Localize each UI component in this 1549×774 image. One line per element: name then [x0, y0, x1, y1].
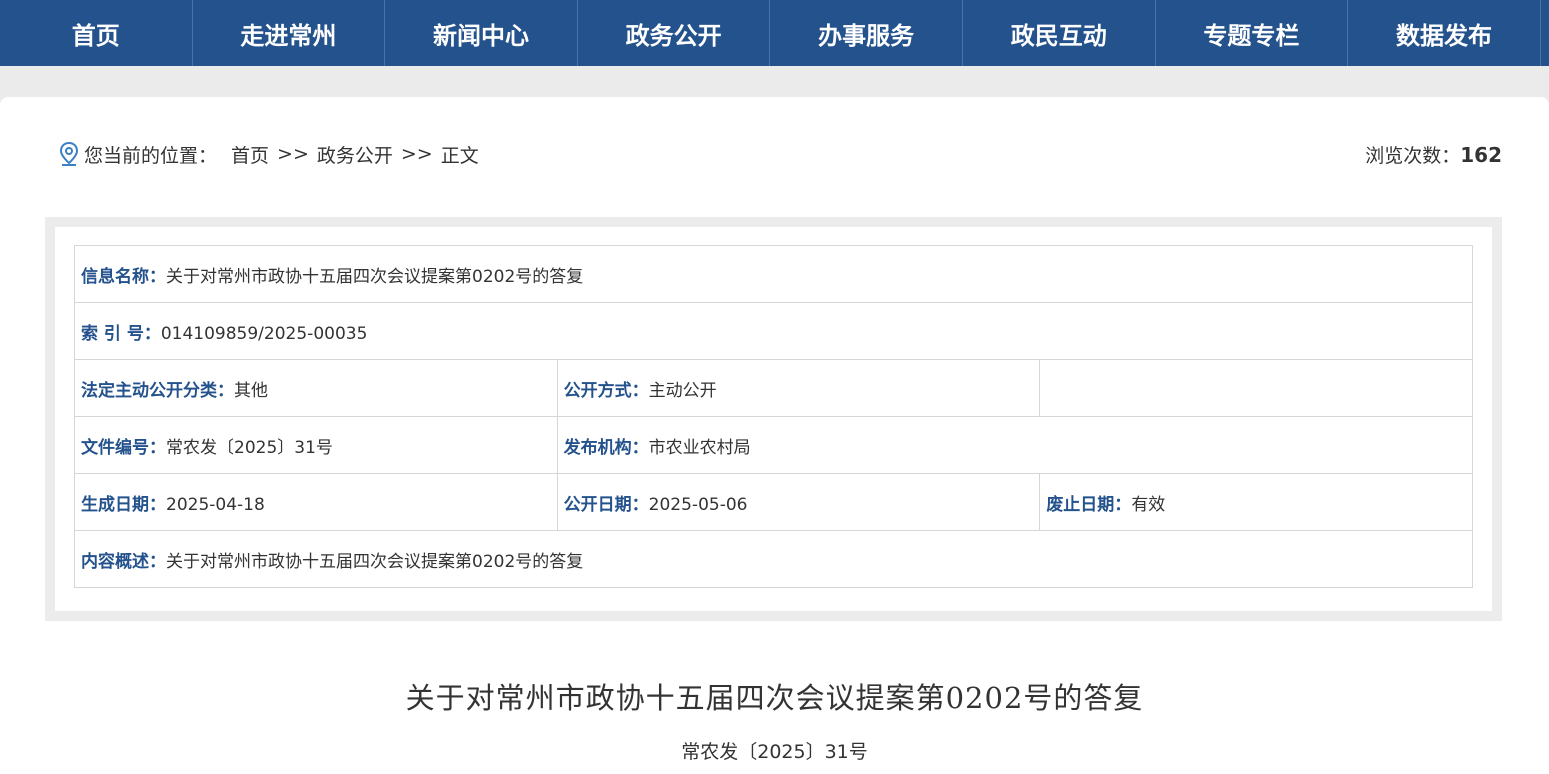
- document-number: 常农发〔2025〕31号: [681, 741, 868, 763]
- category-key: 法定主动公开分类：: [81, 380, 234, 401]
- breadcrumb-current: 正文: [440, 144, 479, 167]
- nav-services[interactable]: 办事服务: [770, 0, 963, 66]
- table-row: 索 引 号：014109859/2025-00035: [74, 302, 1473, 360]
- nav-gov-affairs[interactable]: 政务公开: [578, 0, 771, 66]
- breadcrumb-gov-affairs-link[interactable]: 政务公开: [317, 141, 393, 168]
- created-value: 2025-04-18: [166, 494, 265, 515]
- org-key: 发布机构：: [563, 437, 649, 458]
- table-row: 生成日期：2025-04-18 公开日期：2025-05-06 废止日期：有效: [74, 473, 1473, 531]
- public-date-key: 公开日期：: [563, 494, 649, 515]
- top-nav: 首页 走进常州 新闻中心 政务公开 办事服务 政民互动 专题专栏 数据发布: [0, 0, 1549, 66]
- view-count: 浏览次数：162: [1365, 141, 1502, 168]
- breadcrumb: 您当前的位置： 首页 >> 政务公开 >> 正文: [58, 141, 479, 168]
- view-count-value: 162: [1460, 142, 1502, 167]
- public-date-value: 2025-05-06: [648, 494, 748, 515]
- summary-cell: 内容概述：关于对常州市政协十五届四次会议提案第0202号的答复: [74, 530, 1473, 588]
- breadcrumb-separator: >>: [400, 143, 433, 165]
- method-cell: 公开方式：主动公开: [556, 359, 1041, 417]
- expire-value: 有效: [1131, 494, 1166, 515]
- created-key: 生成日期：: [81, 494, 166, 515]
- index-cell: 索 引 号：014109859/2025-00035: [74, 302, 1473, 360]
- org-value: 市农业农村局: [648, 437, 751, 458]
- public-date-cell: 公开日期：2025-05-06: [556, 473, 1041, 531]
- info-name-key: 信息名称：: [81, 266, 166, 287]
- info-name-value: 关于对常州市政协十五届四次会议提案第0202号的答复: [166, 266, 584, 287]
- info-name-cell: 信息名称：关于对常州市政协十五届四次会议提案第0202号的答复: [74, 245, 1473, 303]
- view-count-label: 浏览次数：: [1365, 144, 1461, 167]
- method-value: 主动公开: [648, 380, 717, 401]
- table-row: 文件编号：常农发〔2025〕31号 发布机构：市农业农村局: [74, 416, 1474, 474]
- expire-key: 废止日期：: [1046, 494, 1132, 515]
- metadata-table: 信息名称：关于对常州市政协十五届四次会议提案第0202号的答复 索 引 号：01…: [74, 245, 1474, 588]
- empty-cell: [1039, 359, 1473, 417]
- nav-about-changzhou[interactable]: 走进常州: [193, 0, 386, 66]
- expire-cell: 废止日期：有效: [1039, 473, 1473, 531]
- index-value: 014109859/2025-00035: [160, 323, 368, 344]
- nav-home[interactable]: 首页: [0, 0, 193, 66]
- summary-key: 内容概述：: [81, 551, 166, 572]
- nav-news-center[interactable]: 新闻中心: [385, 0, 578, 66]
- summary-value: 关于对常州市政协十五届四次会议提案第0202号的答复: [166, 551, 584, 572]
- table-row: 信息名称：关于对常州市政协十五届四次会议提案第0202号的答复: [74, 245, 1473, 303]
- docno-key: 文件编号：: [81, 437, 166, 458]
- breadcrumb-home-link[interactable]: 首页: [231, 141, 269, 168]
- org-cell: 发布机构：市农业农村局: [556, 416, 1474, 474]
- nav-interaction[interactable]: 政民互动: [963, 0, 1156, 66]
- location-bar: 您当前的位置： 首页 >> 政务公开 >> 正文 浏览次数：162: [58, 137, 1502, 171]
- document-title: 关于对常州市政协十五届四次会议提案第0202号的答复: [405, 681, 1144, 715]
- metadata-panel: 信息名称：关于对常州市政协十五届四次会议提案第0202号的答复 索 引 号：01…: [45, 217, 1502, 621]
- location-pin-icon: [59, 141, 79, 166]
- metadata-inner: 信息名称：关于对常州市政协十五届四次会议提案第0202号的答复 索 引 号：01…: [55, 227, 1492, 611]
- breadcrumb-separator: >>: [277, 143, 309, 165]
- content-page: 您当前的位置： 首页 >> 政务公开 >> 正文 浏览次数：162 信息名称：关…: [0, 97, 1549, 774]
- nav-topics[interactable]: 专题专栏: [1156, 0, 1349, 66]
- breadcrumb-label: 您当前的位置：: [84, 144, 218, 167]
- index-key: 索 引 号：: [81, 323, 161, 344]
- table-row: 内容概述：关于对常州市政协十五届四次会议提案第0202号的答复: [74, 530, 1473, 588]
- nav-data-release[interactable]: 数据发布: [1348, 0, 1541, 66]
- docno-value: 常农发〔2025〕31号: [166, 437, 333, 458]
- category-cell: 法定主动公开分类：其他: [74, 359, 558, 417]
- category-value: 其他: [234, 380, 268, 401]
- method-key: 公开方式：: [563, 380, 649, 401]
- docno-cell: 文件编号：常农发〔2025〕31号: [74, 416, 558, 474]
- created-cell: 生成日期：2025-04-18: [74, 473, 558, 531]
- table-row: 法定主动公开分类：其他 公开方式：主动公开: [74, 359, 1473, 417]
